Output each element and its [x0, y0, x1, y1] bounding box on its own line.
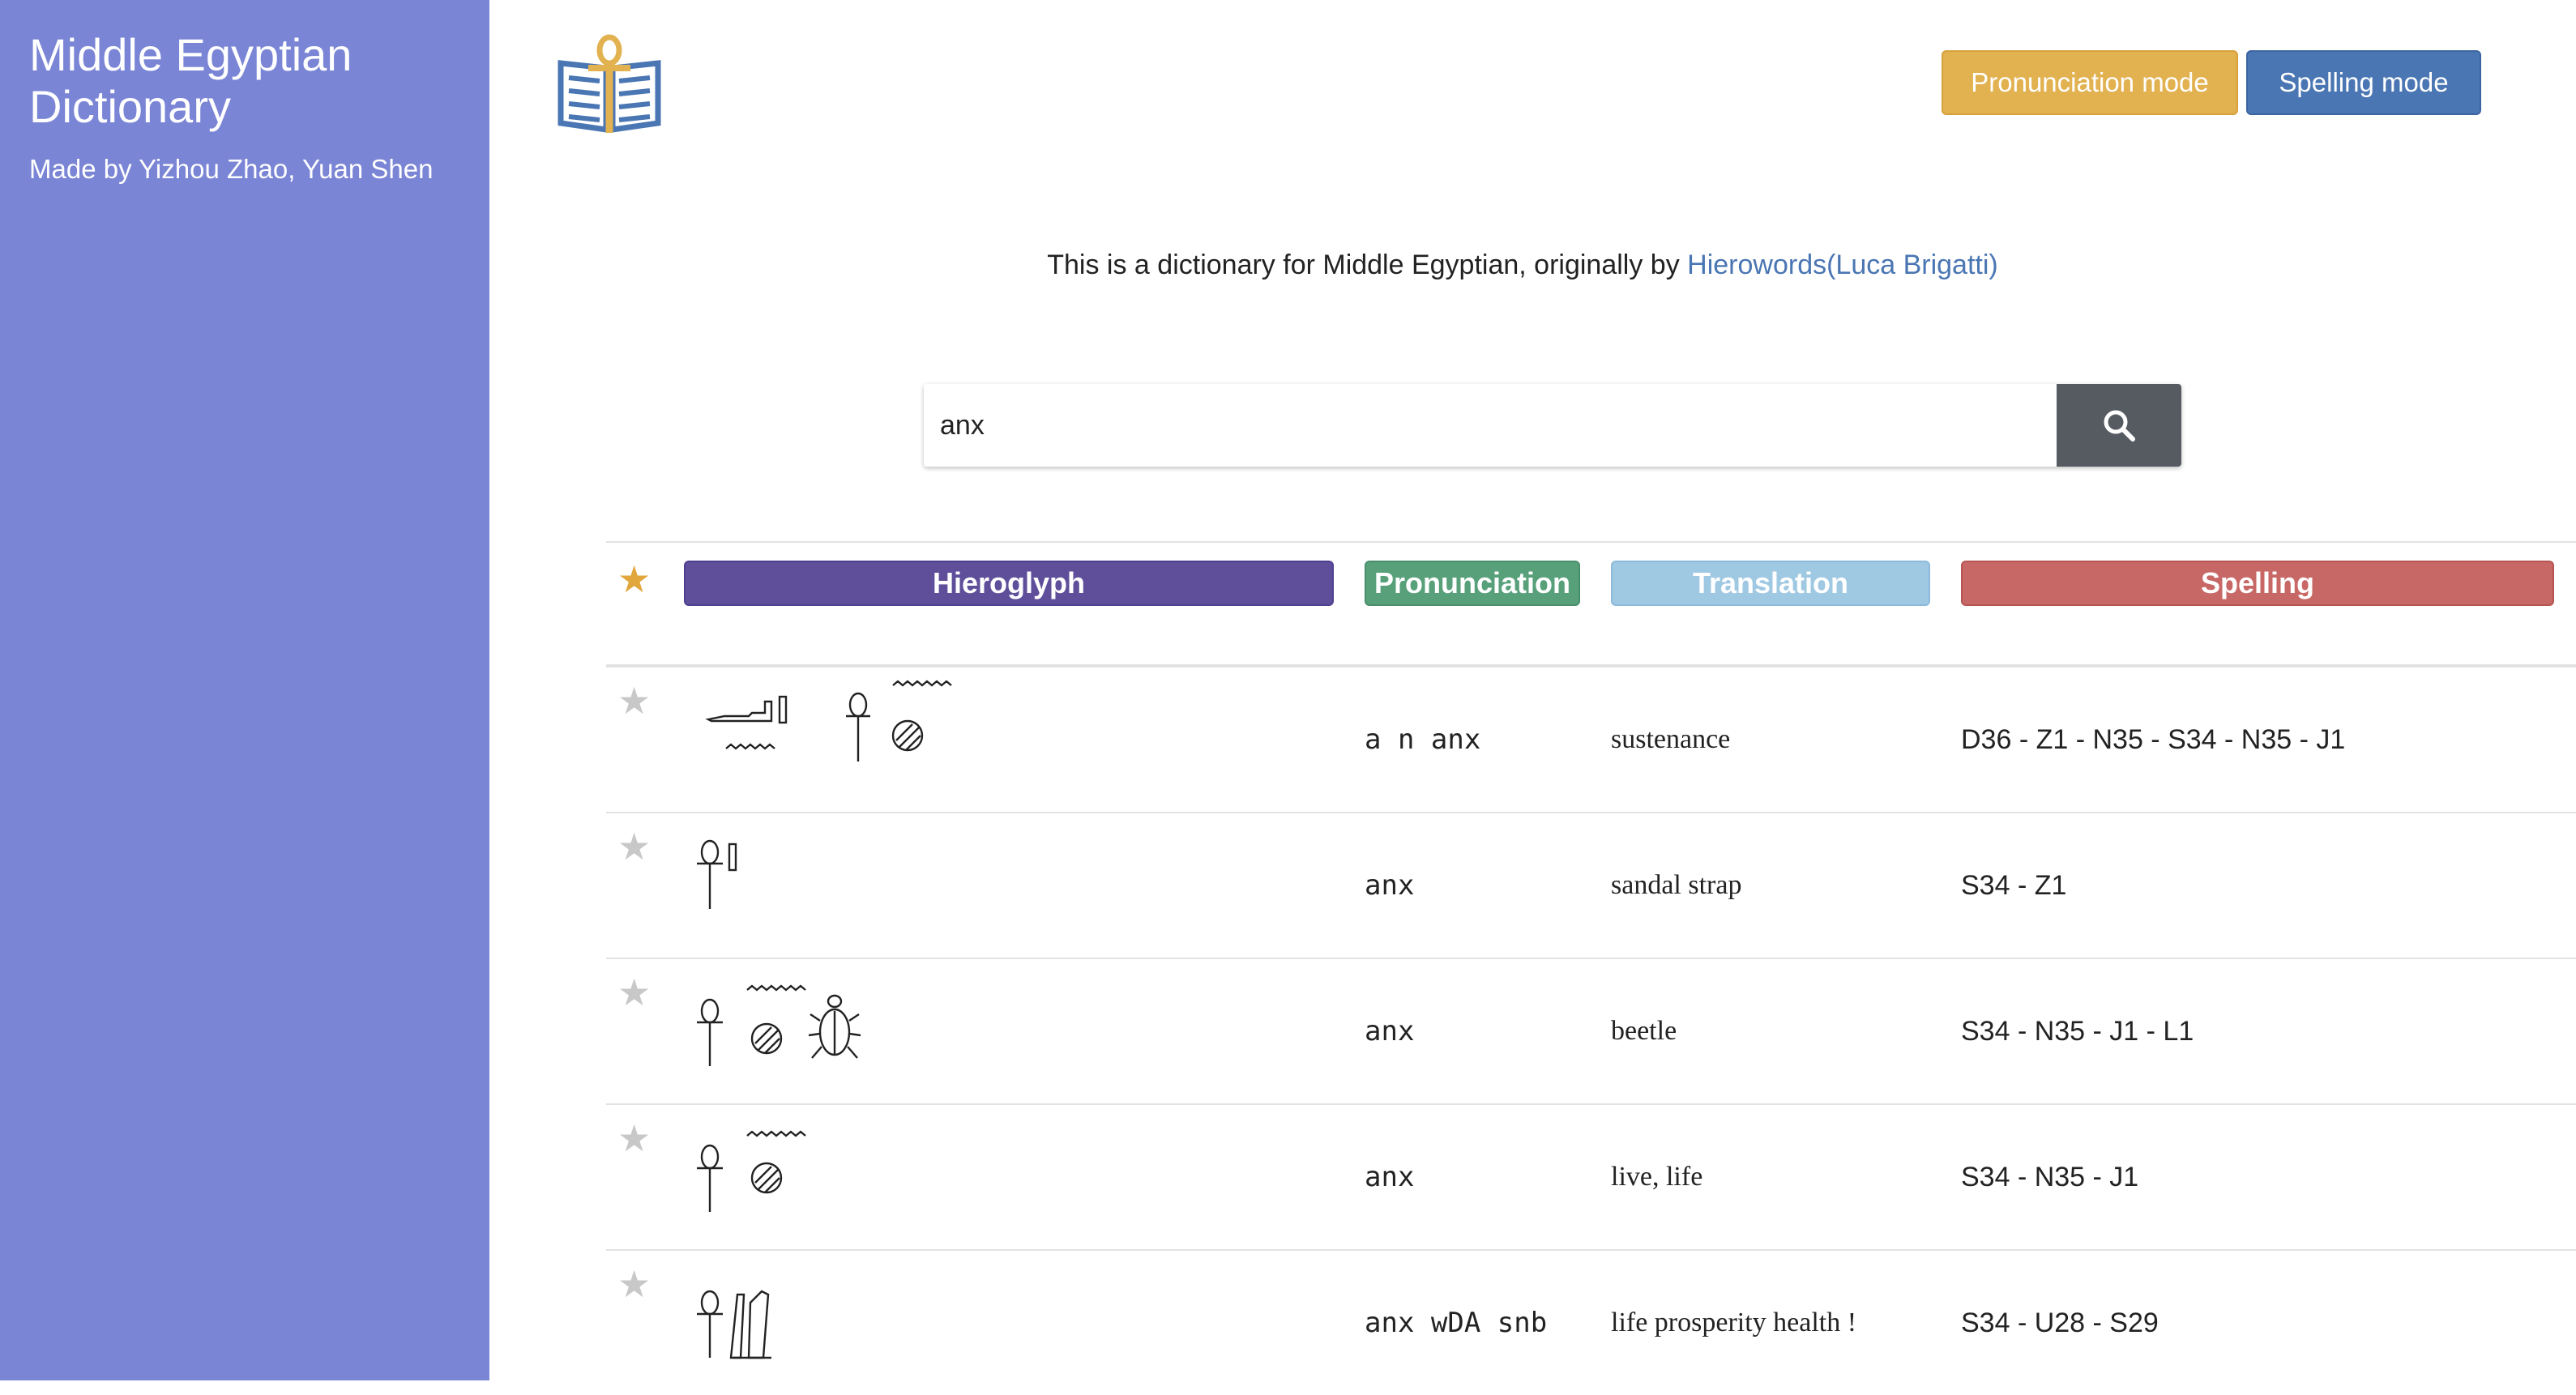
- search-button[interactable]: [2057, 384, 2181, 467]
- translation-cell: life prosperity health !: [1611, 1308, 1857, 1337]
- hieroglyph-beetle: [697, 984, 861, 1066]
- app-title: Middle Egyptian Dictionary: [29, 29, 352, 132]
- favorite-star-icon[interactable]: ★: [617, 825, 651, 868]
- spelling-mode-button[interactable]: Spelling mode: [2246, 50, 2481, 115]
- search-icon: [2104, 410, 2135, 442]
- book-ankh-icon[interactable]: [556, 32, 663, 136]
- table-row: ★ anx wDA snb life prosperity health ! S…: [606, 1251, 2576, 1395]
- spelling-cell: S34 - N35 - J1: [1961, 1161, 2139, 1192]
- hieroglyph-column-header[interactable]: Hieroglyph: [684, 561, 1334, 606]
- search-input[interactable]: [924, 384, 2057, 467]
- pronunciation-column-header[interactable]: Pronunciation: [1365, 561, 1580, 606]
- hieroglyph-sandal-strap: [697, 839, 737, 909]
- pronunciation-cell: anx: [1365, 869, 1415, 902]
- credits: Made by Yizhou Zhao, Yuan Shen: [29, 154, 434, 184]
- pronunciation-cell: anx: [1365, 1015, 1415, 1047]
- translation-column-header[interactable]: Translation: [1611, 561, 1930, 606]
- spelling-cell: D36 - Z1 - N35 - S34 - N35 - J1: [1961, 723, 2346, 755]
- search-bar: [924, 384, 2181, 467]
- hieroglyph-life-prosperity-health: [697, 1290, 771, 1359]
- translation-cell: sandal strap: [1611, 870, 1742, 900]
- table-row: ★ anx live, life S34 - N35 - J1: [606, 1105, 2576, 1251]
- intro-description: This is a dictionary for Middle Egyptian…: [1047, 250, 1688, 280]
- table-row: ★ anx beetle S34 - N35 - J1 - L1: [606, 959, 2576, 1105]
- intro-text: This is a dictionary for Middle Egyptian…: [489, 250, 2556, 281]
- main-content: Pronunciation mode Spelling mode This is…: [489, 0, 2576, 1380]
- star-icon[interactable]: ★: [617, 557, 651, 601]
- favorite-star-icon[interactable]: ★: [617, 679, 651, 723]
- hieroglyph-sustenance: [705, 680, 952, 761]
- pronunciation-cell: a n anx: [1365, 723, 1481, 756]
- spelling-cell: S34 - Z1: [1961, 869, 2067, 901]
- translation-cell: beetle: [1611, 1016, 1677, 1046]
- translation-cell: live, life: [1611, 1162, 1703, 1192]
- pronunciation-cell: anx wDA snb: [1365, 1307, 1548, 1339]
- favorite-star-icon[interactable]: ★: [617, 1262, 651, 1306]
- pronunciation-cell: anx: [1365, 1161, 1415, 1193]
- table-row: ★ anx sandal strap S34 - Z1: [606, 813, 2576, 959]
- results-table: ★ Hieroglyph Pronunciation Translation S…: [606, 541, 2576, 1395]
- favorite-star-icon[interactable]: ★: [617, 971, 651, 1014]
- hieroglyph-live-life: [697, 1130, 806, 1212]
- pronunciation-mode-button[interactable]: Pronunciation mode: [1942, 50, 2238, 115]
- favorite-star-icon[interactable]: ★: [617, 1116, 651, 1160]
- spelling-cell: S34 - N35 - J1 - L1: [1961, 1015, 2194, 1047]
- hierowords-link[interactable]: Hierowords(Luca Brigatti): [1687, 250, 1998, 280]
- table-header: ★ Hieroglyph Pronunciation Translation S…: [606, 541, 2576, 668]
- table-row: ★ a n anx sustenance D36 - Z1 - N35 - S3…: [606, 668, 2576, 813]
- translation-cell: sustenance: [1611, 724, 1731, 754]
- spelling-cell: S34 - U28 - S29: [1961, 1307, 2159, 1338]
- sidebar: Middle Egyptian Dictionary Made by Yizho…: [0, 0, 489, 1380]
- spelling-column-header[interactable]: Spelling: [1961, 561, 2554, 606]
